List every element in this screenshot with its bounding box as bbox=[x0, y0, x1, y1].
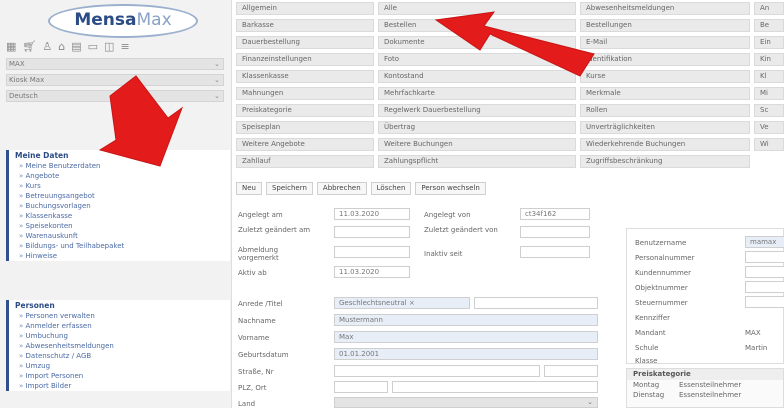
annotation-arrows bbox=[98, 11, 595, 167]
red-arrow-icon bbox=[434, 11, 595, 77]
red-arrow-icon bbox=[98, 75, 184, 167]
